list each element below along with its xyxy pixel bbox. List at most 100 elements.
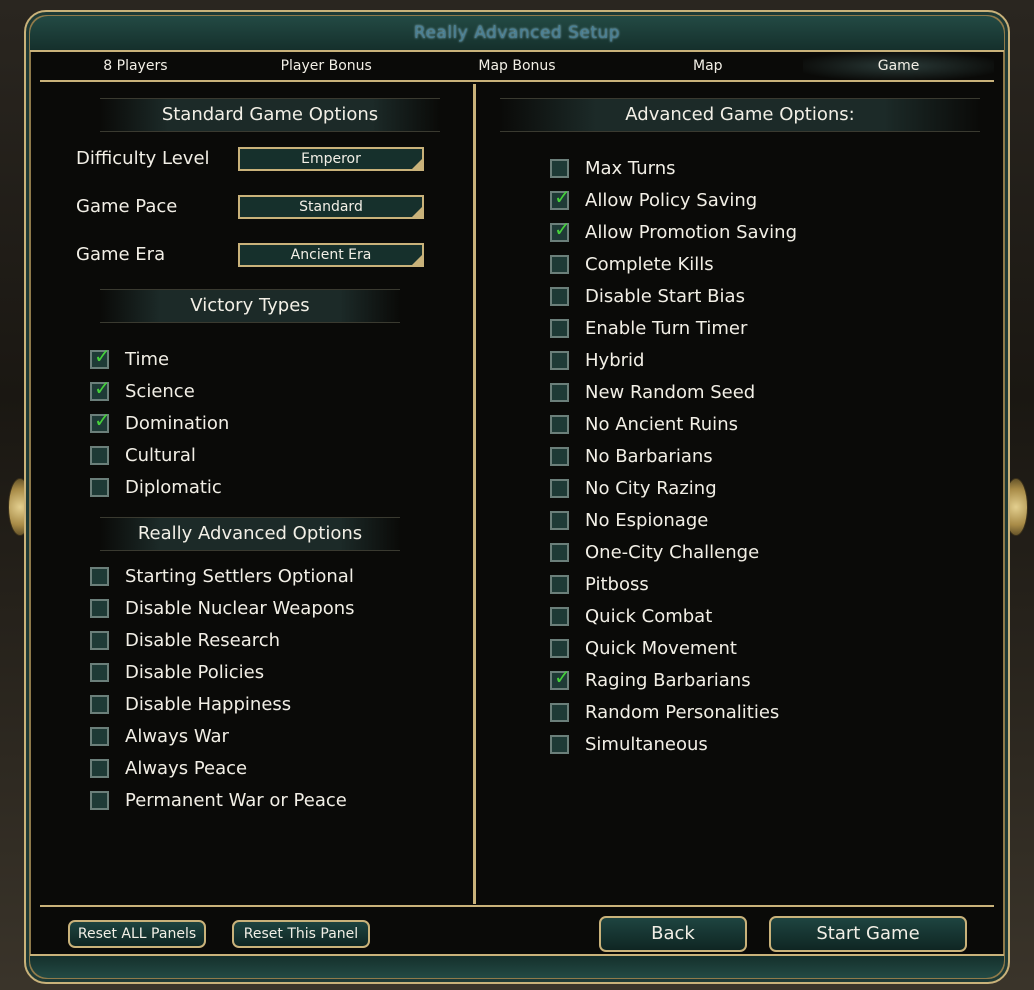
- tab-player-bonus[interactable]: Player Bonus: [231, 52, 422, 80]
- victory-science-checkbox[interactable]: ✓ Science: [90, 378, 195, 403]
- checkbox-box: [90, 758, 109, 778]
- no-ancient-ruins-checkbox[interactable]: No Ancient Ruins: [550, 412, 738, 436]
- checkbox-label: Simultaneous: [585, 733, 708, 755]
- back-button[interactable]: Back: [599, 916, 747, 952]
- checkbox-label: Raging Barbarians: [585, 669, 751, 691]
- checkbox-label: Permanent War or Peace: [125, 789, 347, 811]
- difficulty-dropdown[interactable]: Emperor: [238, 147, 424, 171]
- checkmark-icon: ✓: [94, 407, 111, 432]
- reset-this-panel-button[interactable]: Reset This Panel: [232, 920, 370, 948]
- checkbox-label: Disable Happiness: [125, 693, 292, 715]
- simultaneous-checkbox[interactable]: Simultaneous: [550, 732, 708, 756]
- tab-bar: 8 Players Player Bonus Map Bonus Map Gam…: [40, 52, 994, 82]
- victory-diplomatic-checkbox[interactable]: Diplomatic: [90, 475, 222, 499]
- advanced-options-header: Advanced Game Options:: [500, 98, 980, 132]
- game-pace-label: Game Pace: [76, 196, 178, 217]
- victory-domination-checkbox[interactable]: ✓ Domination: [90, 410, 230, 435]
- checkbox-label: Disable Nuclear Weapons: [125, 597, 355, 619]
- always-war-checkbox[interactable]: Always War: [90, 724, 229, 748]
- start-game-button[interactable]: Start Game: [769, 916, 967, 952]
- checkbox-box: ✓: [90, 378, 111, 401]
- checkmark-icon: ✓: [94, 343, 111, 368]
- hybrid-checkbox[interactable]: Hybrid: [550, 348, 644, 372]
- column-divider: [473, 84, 476, 904]
- checkbox-box: [550, 734, 569, 754]
- quick-combat-checkbox[interactable]: Quick Combat: [550, 604, 712, 628]
- checkbox-box: [550, 542, 569, 562]
- pitboss-checkbox[interactable]: Pitboss: [550, 572, 649, 596]
- tab-map-bonus[interactable]: Map Bonus: [422, 52, 613, 80]
- no-city-razing-checkbox[interactable]: No City Razing: [550, 476, 717, 500]
- one-city-challenge-checkbox[interactable]: One-City Challenge: [550, 540, 759, 564]
- checkbox-box: [550, 350, 569, 370]
- random-personalities-checkbox[interactable]: Random Personalities: [550, 700, 779, 724]
- raging-barbarians-checkbox[interactable]: ✓ Raging Barbarians: [550, 667, 751, 692]
- checkbox-label: Quick Movement: [585, 637, 737, 659]
- checkbox-box: [550, 446, 569, 466]
- checkbox-box: ✓: [90, 346, 111, 369]
- checkbox-label: Disable Research: [125, 629, 281, 651]
- no-barbarians-checkbox[interactable]: No Barbarians: [550, 444, 713, 468]
- starting-settlers-checkbox[interactable]: Starting Settlers Optional: [90, 564, 354, 588]
- checkbox-box: [90, 477, 109, 497]
- no-espionage-checkbox[interactable]: No Espionage: [550, 508, 708, 532]
- checkbox-label: No Ancient Ruins: [585, 413, 738, 435]
- checkbox-label: Disable Policies: [125, 661, 265, 683]
- tab-game[interactable]: Game: [803, 52, 994, 80]
- bottom-bar: [30, 954, 1004, 978]
- checkbox-label: Domination: [125, 412, 230, 434]
- checkbox-box: [90, 694, 109, 714]
- difficulty-value: Emperor: [301, 151, 361, 167]
- checkbox-box: [90, 630, 109, 650]
- victory-cultural-checkbox[interactable]: Cultural: [90, 443, 196, 467]
- enable-turn-timer-checkbox[interactable]: Enable Turn Timer: [550, 316, 747, 340]
- complete-kills-checkbox[interactable]: Complete Kills: [550, 252, 714, 276]
- quick-movement-checkbox[interactable]: Quick Movement: [550, 636, 737, 660]
- dropdown-arrow-icon: [412, 159, 422, 169]
- checkbox-label: New Random Seed: [585, 381, 756, 403]
- checkbox-box: [90, 598, 109, 618]
- checkbox-label: Time: [125, 348, 170, 370]
- game-era-dropdown[interactable]: Ancient Era: [238, 243, 424, 267]
- checkbox-box: [550, 478, 569, 498]
- checkbox-label: Always Peace: [125, 757, 248, 779]
- allow-promotion-saving-checkbox[interactable]: ✓ Allow Promotion Saving: [550, 219, 797, 244]
- disable-nuclear-checkbox[interactable]: Disable Nuclear Weapons: [90, 596, 355, 620]
- victory-time-checkbox[interactable]: ✓ Time: [90, 346, 170, 371]
- checkbox-box: [550, 510, 569, 530]
- checkbox-box: [90, 566, 109, 586]
- footer-divider: [40, 905, 994, 907]
- checkbox-label: No Barbarians: [585, 445, 713, 467]
- disable-happiness-checkbox[interactable]: Disable Happiness: [90, 692, 291, 716]
- dropdown-arrow-icon: [412, 207, 422, 217]
- allow-policy-saving-checkbox[interactable]: ✓ Allow Policy Saving: [550, 187, 757, 212]
- disable-policies-checkbox[interactable]: Disable Policies: [90, 660, 264, 684]
- checkbox-label: Science: [125, 380, 195, 402]
- game-panel: Standard Game Options Difficulty Level E…: [40, 84, 994, 904]
- disable-start-bias-checkbox[interactable]: Disable Start Bias: [550, 284, 745, 308]
- checkbox-box: [550, 606, 569, 626]
- permanent-war-peace-checkbox[interactable]: Permanent War or Peace: [90, 788, 347, 812]
- max-turns-checkbox[interactable]: Max Turns: [550, 156, 675, 180]
- checkbox-label: Max Turns: [585, 157, 676, 179]
- new-random-seed-checkbox[interactable]: New Random Seed: [550, 380, 755, 404]
- victory-types-header: Victory Types: [100, 289, 400, 323]
- reset-all-panels-button[interactable]: Reset ALL Panels: [68, 920, 206, 948]
- game-pace-dropdown[interactable]: Standard: [238, 195, 424, 219]
- checkbox-box: [550, 286, 569, 306]
- game-era-value: Ancient Era: [290, 247, 372, 263]
- setup-window: Really Advanced Setup 8 Players Player B…: [24, 10, 1010, 984]
- checkbox-label: Disable Start Bias: [585, 285, 745, 307]
- checkbox-label: Enable Turn Timer: [585, 317, 748, 339]
- checkbox-box: [90, 662, 109, 682]
- checkbox-label: Always War: [125, 725, 229, 747]
- difficulty-label: Difficulty Level: [76, 148, 210, 169]
- checkbox-box: [550, 638, 569, 658]
- checkbox-box: ✓: [90, 410, 111, 433]
- tab-map[interactable]: Map: [612, 52, 803, 80]
- tab-players[interactable]: 8 Players: [40, 52, 231, 80]
- window-title: Really Advanced Setup: [30, 16, 1004, 52]
- always-peace-checkbox[interactable]: Always Peace: [90, 756, 247, 780]
- dropdown-arrow-icon: [412, 255, 422, 265]
- disable-research-checkbox[interactable]: Disable Research: [90, 628, 280, 652]
